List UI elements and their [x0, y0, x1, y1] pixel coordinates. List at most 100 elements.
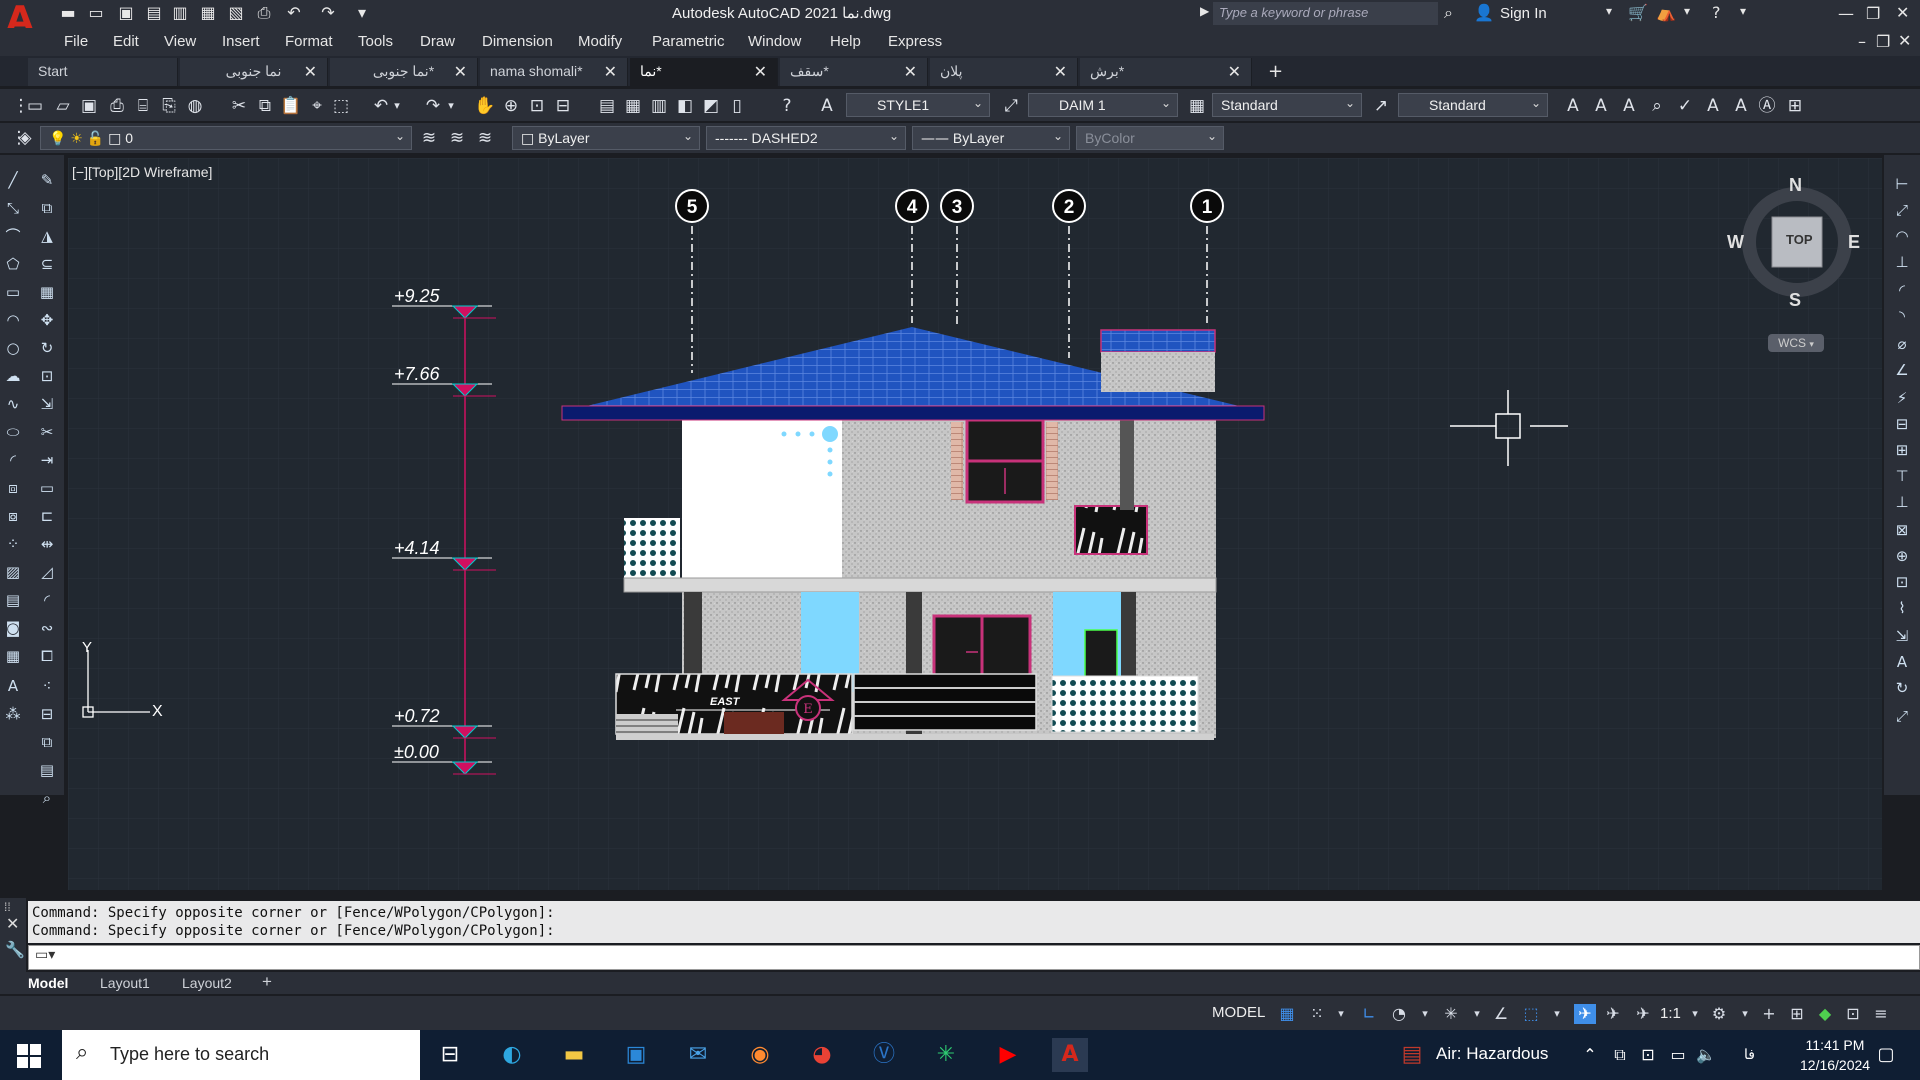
- spline-icon[interactable]: ∿: [2, 393, 24, 415]
- color-dropdown[interactable]: □ ByLayer ⌄: [512, 126, 700, 150]
- dim-baseline-icon[interactable]: ⊟: [1891, 413, 1913, 435]
- mleader-style-dropdown[interactable]: Standard ⌄: [1398, 93, 1548, 117]
- dim-style-dropdown[interactable]: DAIM 1 ⌄: [1028, 93, 1178, 117]
- menu-window[interactable]: Window: [748, 33, 801, 50]
- weather-status[interactable]: Air: Hazardous: [1436, 1044, 1548, 1064]
- compass-east[interactable]: E: [1848, 232, 1860, 253]
- volume-icon[interactable]: 🔈: [1688, 1038, 1724, 1072]
- rotate-icon[interactable]: ↻: [36, 337, 58, 359]
- compass-north[interactable]: N: [1789, 175, 1802, 196]
- annotation-visibility-icon[interactable]: ✈: [1574, 1004, 1596, 1024]
- print-icon[interactable]: ⎙: [254, 4, 274, 22]
- point-icon[interactable]: ⁘: [2, 533, 24, 555]
- open-icon[interactable]: ▱: [52, 95, 74, 117]
- mirror-icon[interactable]: ◮: [36, 225, 58, 247]
- sheet-set-icon[interactable]: ◧: [674, 95, 696, 117]
- grip-icon[interactable]: ⁞⁞: [4, 900, 11, 914]
- quick-dim-icon[interactable]: ⚡: [1891, 387, 1913, 409]
- mtext-icon[interactable]: A: [2, 675, 24, 697]
- lineweight-dropdown[interactable]: —— ByLayer ⌄: [912, 126, 1070, 150]
- sign-in-dropdown-icon[interactable]: ▾: [1606, 4, 1612, 18]
- mtext-icon[interactable]: A: [1590, 95, 1612, 117]
- table-style-dropdown[interactable]: Standard ⌄: [1212, 93, 1362, 117]
- tab-model[interactable]: Model: [28, 975, 68, 991]
- tab-nama-jonoobi[interactable]: نما جنوبی ✕: [180, 58, 328, 86]
- menu-parametric[interactable]: Parametric: [652, 33, 725, 50]
- dim-style-icon[interactable]: ⤢: [1000, 95, 1022, 117]
- chamfer-icon[interactable]: ◿: [36, 561, 58, 583]
- menu-file[interactable]: File: [64, 33, 88, 50]
- menu-format[interactable]: Format: [285, 33, 333, 50]
- circle-icon[interactable]: ○: [2, 337, 24, 359]
- cut-icon[interactable]: ✂: [228, 95, 250, 117]
- zoom-window-icon[interactable]: ⊡: [526, 95, 548, 117]
- customization-menu-icon[interactable]: ≡: [1870, 1004, 1892, 1024]
- tab-start[interactable]: Start: [28, 58, 178, 86]
- youtube-icon[interactable]: ▶: [990, 1038, 1026, 1072]
- tab-close-icon[interactable]: ✕: [454, 62, 467, 81]
- scale-dropdown-icon[interactable]: ▾: [1684, 1004, 1706, 1024]
- menu-modify[interactable]: Modify: [578, 33, 622, 50]
- windows-start-icon[interactable]: [16, 1043, 42, 1069]
- dim-diameter-icon[interactable]: ⌀: [1891, 333, 1913, 355]
- redo-icon[interactable]: ↷: [318, 4, 338, 22]
- layer-previous-icon[interactable]: ≋: [446, 127, 468, 149]
- isolate-objects-icon[interactable]: ◆: [1814, 1004, 1836, 1024]
- tab-saghf[interactable]: سقف* ✕: [780, 58, 928, 86]
- help-dropdown-icon[interactable]: ▾: [1740, 4, 1746, 18]
- drawing-canvas[interactable]: 5 4 3 2 1 +9.25 +7.66 +4.14 +0.72 ±0.00: [68, 158, 1882, 890]
- plot-preview-icon[interactable]: ⌸: [132, 95, 154, 117]
- arc-icon[interactable]: ◠: [2, 309, 24, 331]
- command-line-grip[interactable]: ⁞⁞ ✕ 🔧: [0, 898, 26, 972]
- tab-nama[interactable]: نما* ✕: [630, 58, 778, 86]
- isodraft-icon[interactable]: ✳: [1440, 1004, 1462, 1024]
- text-style-dropdown[interactable]: STYLE1 ⌄: [846, 93, 990, 117]
- object-snap-tracking-icon[interactable]: ∠: [1490, 1004, 1512, 1024]
- rectangle-icon[interactable]: ▭: [2, 281, 24, 303]
- snap-toggle-icon[interactable]: ⁙: [1306, 1004, 1328, 1024]
- dim-linear-icon[interactable]: ⊟: [36, 703, 58, 725]
- firefox-icon[interactable]: ◉: [742, 1038, 778, 1072]
- dim-update-icon[interactable]: ↻: [1891, 677, 1913, 699]
- tab-nama-jonoobi-2[interactable]: نما جنوبی* ✕: [330, 58, 478, 86]
- plot-icon[interactable]: ▧: [226, 4, 246, 22]
- redo-dropdown-icon[interactable]: ▾: [440, 95, 462, 117]
- save-icon[interactable]: ▣: [116, 4, 136, 22]
- publish-icon[interactable]: ⎘: [158, 95, 180, 117]
- clean-screen-icon[interactable]: ⊡: [1842, 1004, 1864, 1024]
- region-icon[interactable]: ◙: [2, 617, 24, 639]
- offset-icon[interactable]: ⊆: [36, 253, 58, 275]
- menu-edit[interactable]: Edit: [113, 33, 139, 50]
- input-language[interactable]: فا: [1744, 1046, 1755, 1063]
- dim-ordinate-icon[interactable]: ⊥: [1891, 251, 1913, 273]
- microsoft-store-icon[interactable]: ▣: [618, 1038, 654, 1072]
- qnew-icon[interactable]: ▭: [24, 95, 46, 117]
- text-frame-icon[interactable]: Ⓐ: [1756, 95, 1778, 117]
- undo-icon[interactable]: ↶: [284, 4, 304, 22]
- a360-dropdown-icon[interactable]: ▾: [1684, 4, 1690, 18]
- zoom-realtime-icon[interactable]: ⊕: [500, 95, 522, 117]
- jogged-linear-icon[interactable]: ⌇: [1891, 597, 1913, 619]
- tool-palettes-icon[interactable]: ▥: [648, 95, 670, 117]
- menu-draw[interactable]: Draw: [420, 33, 455, 50]
- dim-break-icon[interactable]: ⊥: [1891, 491, 1913, 513]
- zoom-extents-icon[interactable]: ⌕: [36, 787, 58, 809]
- menu-tools[interactable]: Tools: [358, 33, 393, 50]
- workspace-dropdown-icon[interactable]: ▾: [1734, 1004, 1756, 1024]
- tab-nama-shomali[interactable]: nama shomali* ✕: [480, 58, 628, 86]
- layer-dropdown[interactable]: 💡 ☀ 🔓 □ 0 ⌄: [40, 126, 412, 150]
- save-web-icon[interactable]: ▦: [198, 4, 218, 22]
- paste-icon[interactable]: 📋: [280, 95, 302, 117]
- explode-icon[interactable]: ⁖: [36, 675, 58, 697]
- new-tab-icon[interactable]: +: [1268, 61, 1283, 82]
- tab-close-icon[interactable]: ✕: [1054, 62, 1067, 81]
- search-expand-icon[interactable]: ▶: [1200, 4, 1209, 18]
- dim-jogged-icon[interactable]: ◝: [1891, 305, 1913, 327]
- menu-dimension[interactable]: Dimension: [482, 33, 553, 50]
- dim-arc-icon[interactable]: ◠: [1891, 225, 1913, 247]
- construction-line-icon[interactable]: ⤡: [2, 197, 24, 219]
- viewcube-top-face[interactable]: TOP: [1786, 232, 1813, 247]
- center-mark-icon[interactable]: ⊕: [1891, 545, 1913, 567]
- add-layout-icon[interactable]: +: [262, 972, 272, 992]
- autodesk-app-store-icon[interactable]: 🛒: [1628, 3, 1648, 22]
